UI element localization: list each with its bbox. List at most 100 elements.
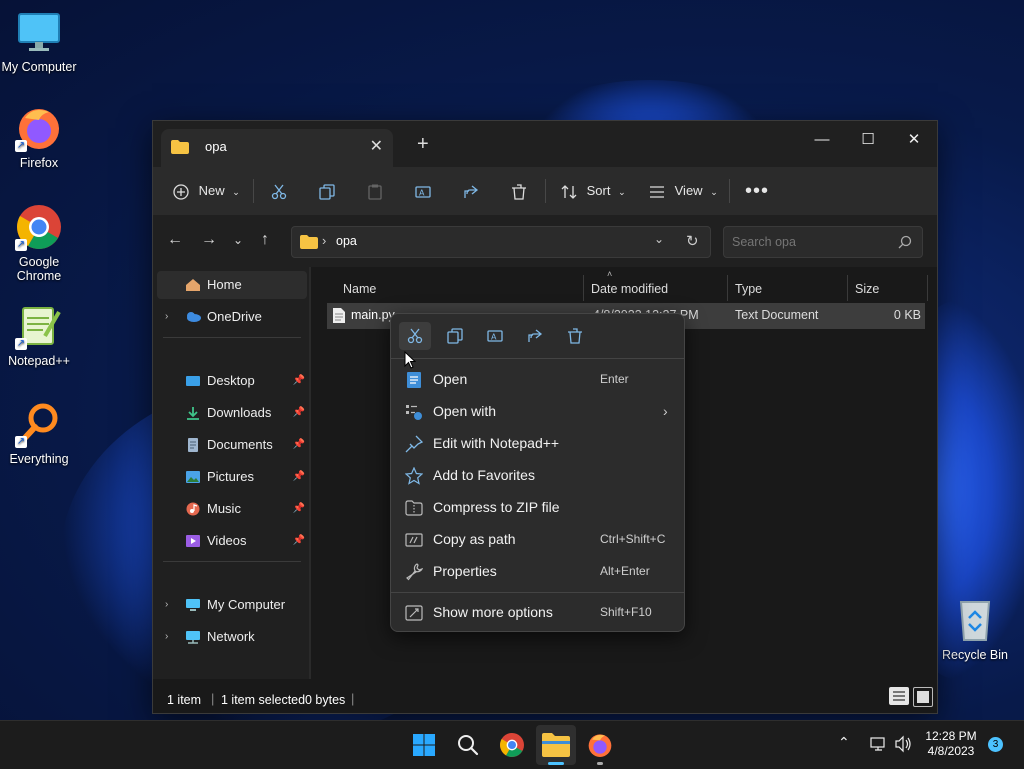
taskbar-firefox[interactable] <box>584 729 616 765</box>
show-hidden-icons-chevron-icon[interactable]: ⌃ <box>838 734 850 751</box>
notification-badge[interactable]: 3 <box>988 737 1003 752</box>
new-tab-icon[interactable]: + <box>417 133 429 156</box>
up-arrow-icon[interactable]: ↑ <box>261 231 269 249</box>
taskbar-chrome[interactable] <box>496 729 528 761</box>
desktop-icon-recycle-bin[interactable]: Recycle Bin <box>936 596 1014 662</box>
see-more-icon[interactable]: ••• <box>745 177 769 205</box>
sidebar-item-pictures[interactable]: Pictures 📌 <box>157 463 307 491</box>
menu-item-shortcut: Ctrl+Shift+C <box>600 532 666 546</box>
close-window-button[interactable]: ✕ <box>891 125 937 155</box>
column-header-date-modified[interactable]: Date modified <box>591 277 668 301</box>
menu-item-label: Copy as path <box>433 531 516 547</box>
menu-item-add-to-favorites[interactable]: Add to Favorites <box>397 460 678 490</box>
recent-locations-chevron-icon[interactable]: ⌄ <box>233 233 243 247</box>
share-button[interactable] <box>463 177 479 205</box>
cut-button[interactable] <box>399 322 431 350</box>
file-size: 0 KB <box>893 308 921 322</box>
maximize-button[interactable]: ☐ <box>845 125 891 155</box>
new-button[interactable]: New ⌄ <box>173 177 240 205</box>
refresh-icon[interactable]: ↻ <box>686 232 699 250</box>
address-bar[interactable]: › opa ⌄ ↻ <box>291 226 711 258</box>
sidebar-item-label: Videos <box>207 533 247 548</box>
rename-button[interactable]: A <box>415 177 431 205</box>
sidebar-item-label: Pictures <box>207 469 254 484</box>
search-box[interactable] <box>723 226 923 258</box>
back-arrow-icon[interactable]: ← <box>167 231 183 249</box>
menu-item-edit-with-notepadpp[interactable]: Edit with Notepad++ <box>397 428 678 458</box>
menu-item-compress-zip[interactable]: Compress to ZIP file <box>397 492 678 522</box>
desktop-icon-chrome[interactable]: ↗ Google Chrome <box>0 203 78 283</box>
address-dropdown-icon[interactable]: ⌄ <box>654 232 664 246</box>
desktop-icon-notepadpp[interactable]: ↗ Notepad++ <box>0 302 78 368</box>
sort-button[interactable]: Sort ⌄ <box>561 177 626 205</box>
share-button[interactable] <box>519 322 551 350</box>
minimize-button[interactable]: — <box>799 125 845 155</box>
trash-icon <box>512 183 526 200</box>
forward-arrow-icon[interactable]: → <box>201 231 217 249</box>
open-with-icon <box>406 405 422 420</box>
magnifier-icon: ↗ <box>15 400 63 448</box>
sidebar-item-network[interactable]: › Network <box>157 623 307 651</box>
rename-button[interactable]: A <box>479 322 511 350</box>
divider <box>729 179 730 203</box>
chevron-right-icon[interactable]: › <box>165 591 168 619</box>
sidebar-item-my-computer[interactable]: › My Computer <box>157 591 307 619</box>
menu-item-show-more-options[interactable]: Show more options Shift+F10 <box>397 597 678 627</box>
chevron-down-icon: ⌄ <box>232 187 240 197</box>
search-input[interactable] <box>730 231 894 253</box>
sidebar-item-label: Documents <box>207 437 273 452</box>
breadcrumb-segment[interactable]: opa <box>336 234 357 248</box>
cut-button[interactable] <box>271 177 287 205</box>
sidebar-item-documents[interactable]: Documents 📌 <box>157 431 307 459</box>
desktop-icon-firefox[interactable]: ↗ Firefox <box>0 104 78 170</box>
desktop-icon-label: Notepad++ <box>8 354 70 368</box>
sidebar-item-onedrive[interactable]: › OneDrive <box>157 303 307 331</box>
tab-opa[interactable]: opa ✕ <box>161 129 393 167</box>
desktop-icon-everything[interactable]: ↗ Everything <box>0 400 78 466</box>
sidebar-item-home[interactable]: Home <box>157 271 307 299</box>
column-divider[interactable] <box>727 275 728 301</box>
taskbar-file-explorer[interactable] <box>536 725 576 765</box>
sidebar-item-videos[interactable]: Videos 📌 <box>157 527 307 555</box>
more-options-icon <box>405 605 423 621</box>
column-divider[interactable] <box>847 275 848 301</box>
column-divider[interactable] <box>927 275 928 301</box>
sidebar-item-desktop[interactable]: Desktop 📌 <box>157 367 307 395</box>
menu-item-copy-as-path[interactable]: Copy as path Ctrl+Shift+C <box>397 524 678 554</box>
column-header-type[interactable]: Type <box>735 277 762 301</box>
menu-item-open[interactable]: Open Enter <box>397 364 678 394</box>
column-header-name[interactable]: Name <box>343 277 376 301</box>
view-label: View <box>674 183 703 198</box>
delete-button[interactable] <box>559 322 591 350</box>
menu-item-properties[interactable]: Properties Alt+Enter <box>397 556 678 586</box>
sidebar-item-label: Downloads <box>207 405 272 420</box>
menu-item-open-with[interactable]: Open with › <box>397 396 678 426</box>
close-tab-icon[interactable]: ✕ <box>370 136 383 156</box>
network-status-icon[interactable] <box>870 735 888 753</box>
chevron-right-icon[interactable]: › <box>165 623 168 651</box>
menu-item-label: Open with <box>433 403 497 419</box>
sidebar-item-label: Network <box>207 629 255 644</box>
column-divider[interactable] <box>583 275 584 301</box>
file-explorer-icon <box>542 733 570 757</box>
sidebar-item-music[interactable]: Music 📌 <box>157 495 307 523</box>
copy-button[interactable] <box>439 322 471 350</box>
delete-button[interactable] <box>511 177 527 205</box>
desktop-icon-my-computer[interactable]: My Computer <box>0 8 78 74</box>
view-button[interactable]: View ⌄ <box>649 177 718 205</box>
pin-icon: 📌 <box>292 503 305 514</box>
tiles-view-icon[interactable] <box>913 687 933 707</box>
volume-icon[interactable] <box>894 735 912 753</box>
search-button[interactable] <box>452 729 484 761</box>
home-icon <box>186 279 200 291</box>
sidebar-item-downloads[interactable]: Downloads 📌 <box>157 399 307 427</box>
chevron-right-icon[interactable]: › <box>165 303 168 331</box>
clock-time: 12:28 PM <box>925 729 977 743</box>
column-header-size[interactable]: Size <box>855 277 879 301</box>
details-view-icon[interactable] <box>889 687 909 705</box>
clock[interactable]: 12:28 PM 4/8/2023 <box>922 729 980 759</box>
paste-button[interactable] <box>367 177 383 205</box>
desktop-folder-icon <box>186 376 200 386</box>
copy-button[interactable] <box>319 177 335 205</box>
start-button[interactable] <box>408 729 440 761</box>
